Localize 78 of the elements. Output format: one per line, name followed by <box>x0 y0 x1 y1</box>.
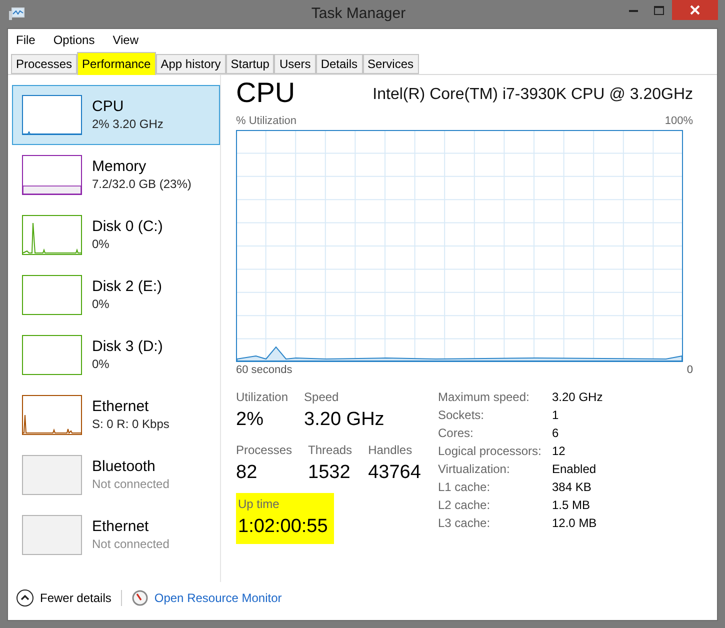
panel-title: CPU <box>236 79 296 107</box>
detail-label: L2 cache: <box>438 497 492 514</box>
close-button[interactable] <box>672 0 718 20</box>
stat-value: 43764 <box>368 460 421 484</box>
chevron-up-icon <box>16 589 34 607</box>
minimize-icon <box>628 8 638 12</box>
tab[interactable]: App history <box>156 54 226 74</box>
axis-label: 60 seconds <box>236 362 292 378</box>
item-name: Bluetooth <box>92 458 156 477</box>
sidebar-item[interactable]: Ethernet Not connected <box>12 505 220 565</box>
item-name: Memory <box>92 158 148 177</box>
window-title: Task Manager <box>311 4 406 24</box>
tab[interactable]: Processes <box>11 54 78 74</box>
detail-label: Sockets: <box>438 407 486 424</box>
tab[interactable]: Users <box>274 54 316 74</box>
detail-value: 1 <box>552 407 559 424</box>
item-detail: Not connected <box>92 476 170 492</box>
detail-value: 384 KB <box>552 479 592 496</box>
item-detail: 0% <box>92 236 110 252</box>
item-name: Ethernet <box>92 518 150 537</box>
tab[interactable]: Details <box>316 54 362 74</box>
item-detail: S: 0 R: 0 Kbps <box>92 416 170 432</box>
sidebar-item[interactable]: Ethernet S: 0 R: 0 Kbps <box>12 385 220 445</box>
resource-monitor-link[interactable]: Open Resource Monitor <box>154 589 282 607</box>
sidebar-item[interactable]: Disk 3 (D:) 0% <box>12 325 220 385</box>
item-name: Disk 0 (C:) <box>92 218 163 237</box>
app-icon <box>9 7 25 21</box>
menu-item[interactable]: File <box>16 31 36 49</box>
tab[interactable]: Startup <box>226 54 274 74</box>
stat-label: Speed <box>304 389 340 406</box>
item-detail: Not connected <box>92 536 170 552</box>
close-icon <box>690 5 700 15</box>
detail-label: L1 cache: <box>438 479 492 496</box>
tab[interactable]: Performance <box>77 52 156 75</box>
stat-value: 82 <box>236 460 258 484</box>
item-detail: 7.2/32.0 GB (23%) <box>92 176 192 192</box>
sidebar-item[interactable]: Memory 7.2/32.0 GB (23%) <box>12 145 220 205</box>
item-detail: 2% 3.20 GHz <box>92 116 164 132</box>
fewer-details-button[interactable]: Fewer details <box>16 589 112 607</box>
item-detail: 0% <box>92 296 110 312</box>
maximize-icon <box>654 6 664 14</box>
menu-item[interactable]: Options <box>53 31 95 49</box>
item-name: Ethernet <box>92 398 150 417</box>
detail-label: Logical processors: <box>438 443 542 460</box>
stat-label: Processes <box>236 442 292 458</box>
item-detail: 0% <box>92 356 110 372</box>
detail-value: 6 <box>552 425 559 442</box>
item-name: Disk 3 (D:) <box>92 338 163 357</box>
detail-value: 12.0 MB <box>552 515 597 532</box>
sidebar-item[interactable]: CPU 2% 3.20 GHz <box>12 85 220 145</box>
stat-value: 1532 <box>308 460 352 484</box>
detail-label: L3 cache: <box>438 515 492 532</box>
detail-label: Maximum speed: <box>438 389 530 406</box>
stat-value: 2% <box>236 408 264 432</box>
sidebar-item[interactable]: Disk 0 (C:) 0% <box>12 205 220 265</box>
item-name: CPU <box>92 98 125 117</box>
menu-item[interactable]: View <box>112 31 138 49</box>
axis-label: 0 <box>686 362 693 378</box>
stat-label: Up time <box>238 496 280 513</box>
tab[interactable]: Services <box>362 54 419 74</box>
stat-label: Threads <box>308 442 352 458</box>
item-name: Disk 2 (E:) <box>92 278 162 297</box>
detail-value: 1.5 MB <box>552 497 590 514</box>
stat-label: Handles <box>368 442 414 458</box>
detail-label: Virtualization: <box>438 461 511 478</box>
gauge-icon <box>132 590 148 606</box>
detail-value: 3.20 GHz <box>552 389 603 406</box>
stat-value: 1:02:00:55 <box>238 515 329 539</box>
stat-label: Utilization <box>236 389 288 406</box>
detail-label: Cores: <box>438 425 474 442</box>
sidebar-item[interactable]: Bluetooth Not connected <box>12 445 220 505</box>
cpu-model: Intel(R) Core(TM) i7-3930K CPU @ 3.20GHz <box>372 85 693 105</box>
axis-label: 100% <box>664 114 693 129</box>
axis-label: % Utilization <box>236 114 297 129</box>
sidebar-item[interactable]: Disk 2 (E:) 0% <box>12 265 220 325</box>
detail-value: 12 <box>552 443 566 460</box>
detail-value: Enabled <box>552 461 596 478</box>
stat-value: 3.20 GHz <box>304 408 384 432</box>
